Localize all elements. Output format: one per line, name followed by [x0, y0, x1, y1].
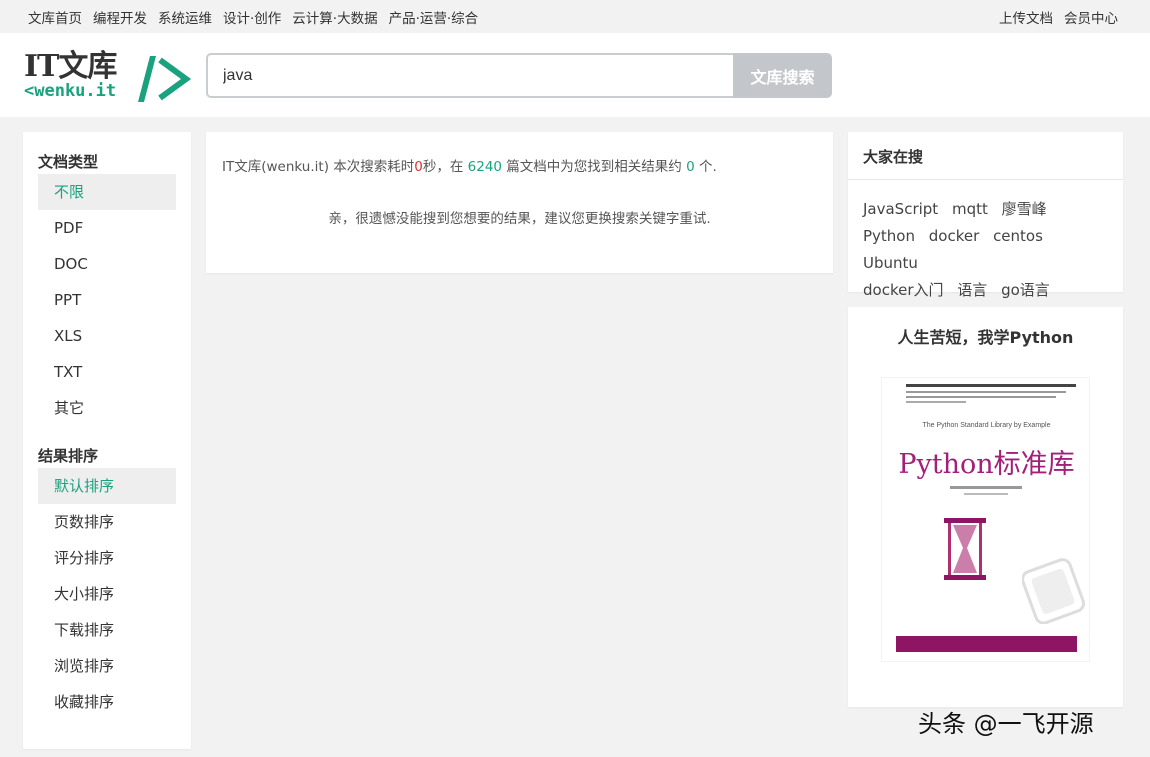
nav-link-ops[interactable]: 系统运维 [158, 7, 212, 27]
promo-panel: 人生苦短，我学Python The Python Standard Librar… [848, 307, 1123, 707]
header: IT文库 <wenku.it 文库搜索 [0, 33, 1150, 117]
sort-views[interactable]: 浏览排序 [38, 648, 176, 684]
hot-tag[interactable]: docker [929, 227, 980, 245]
hot-tag[interactable]: JavaScript [863, 200, 938, 218]
sort-heading: 结果排序 [38, 447, 99, 465]
result-count: 0 [686, 159, 695, 175]
nav-link-design[interactable]: 设计·创作 [223, 7, 281, 27]
nav-link-cloud[interactable]: 云计算·大数据 [292, 7, 377, 27]
stats-suffix: 个. [694, 159, 717, 175]
hot-tag[interactable]: mqtt [952, 200, 988, 218]
logo-chevron-icon [138, 56, 192, 102]
member-center-link[interactable]: 会员中心 [1064, 7, 1118, 27]
divider [848, 179, 1123, 180]
search-input[interactable] [206, 53, 734, 98]
cover-text-line [906, 384, 1076, 387]
stats-prefix: IT文库(wenku.it) 本次搜索耗时 [222, 159, 415, 175]
hot-searches-heading: 大家在搜 [863, 148, 924, 166]
empty-result-message: 亲，很遗憾没能搜到您想要的结果，建议您更换搜索关键字重试. [328, 211, 711, 227]
filter-type-pdf[interactable]: PDF [38, 210, 176, 246]
filter-type-all[interactable]: 不限 [38, 174, 176, 210]
cover-author-line [950, 486, 1022, 489]
cover-author-line [964, 493, 1008, 495]
stats-mid1: 秒，在 [422, 159, 468, 175]
sort-downloads[interactable]: 下载排序 [38, 612, 176, 648]
search-button[interactable]: 文库搜索 [733, 53, 832, 98]
filter-sidebar: 文档类型 不限 PDF DOC PPT XLS TXT 其它 结果排序 默认排序… [23, 132, 191, 749]
filter-type-xls[interactable]: XLS [38, 318, 176, 354]
filter-type-txt[interactable]: TXT [38, 354, 176, 390]
nav-link-product[interactable]: 产品·运营·综合 [389, 7, 479, 27]
upload-doc-link[interactable]: 上传文档 [999, 7, 1053, 27]
site-logo[interactable]: IT文库 <wenku.it [24, 50, 194, 104]
book-title: Python标准库 [898, 449, 1075, 480]
hot-searches-panel: 大家在搜 JavaScript mqtt 廖雪峰 Python docker c… [848, 132, 1123, 299]
sort-default[interactable]: 默认排序 [38, 468, 176, 504]
sort-size[interactable]: 大小排序 [38, 576, 176, 612]
nav-link-home[interactable]: 文库首页 [28, 7, 82, 27]
top-nav: 文库首页 编程开发 系统运维 设计·创作 云计算·大数据 产品·运营·综合 上传… [0, 0, 1150, 33]
filter-type-doc[interactable]: DOC [38, 246, 176, 282]
book-subtitle: The Python Standard Library by Example [922, 422, 1051, 429]
doc-count: 6240 [467, 159, 502, 175]
stamp-icon [1022, 558, 1086, 624]
cover-text-line [906, 396, 1056, 398]
hot-tag[interactable]: Python [863, 227, 915, 245]
filter-type-ppt[interactable]: PPT [38, 282, 176, 318]
sort-rating[interactable]: 评分排序 [38, 540, 176, 576]
search-time: 0 [414, 159, 423, 175]
hot-tag[interactable]: 廖雪峰 [1002, 200, 1047, 218]
search-stats: IT文库(wenku.it) 本次搜索耗时0秒，在 6240 篇文档中为您找到相… [222, 155, 717, 175]
watermark-text: 头条 @一飞开源 [918, 710, 1094, 738]
promo-heading: 人生苦短，我学Python [897, 328, 1074, 347]
cover-text-line [906, 401, 966, 403]
book-cover-image[interactable]: The Python Standard Library by Example P… [881, 377, 1090, 662]
hot-tag[interactable]: centos [993, 227, 1043, 245]
logo-sub: <wenku.it [24, 81, 117, 101]
results-panel: IT文库(wenku.it) 本次搜索耗时0秒，在 6240 篇文档中为您找到相… [206, 132, 833, 273]
top-nav-left: 文库首页 编程开发 系统运维 设计·创作 云计算·大数据 产品·运营·综合 [28, 7, 478, 27]
search-bar: 文库搜索 [206, 53, 832, 98]
logo-brand: IT文库 [24, 49, 117, 84]
nav-link-programming[interactable]: 编程开发 [93, 7, 147, 27]
filter-type-other[interactable]: 其它 [38, 390, 176, 426]
doc-type-heading: 文档类型 [38, 153, 99, 171]
sort-favorites[interactable]: 收藏排序 [38, 684, 176, 720]
hot-tag[interactable]: docker入门 [863, 281, 944, 299]
hourglass-icon [944, 518, 986, 580]
sort-pages[interactable]: 页数排序 [38, 504, 176, 540]
cover-text-line [906, 391, 1066, 393]
stats-mid2: 篇文档中为您找到相关结果约 [502, 159, 687, 175]
top-nav-right: 上传文档 会员中心 [999, 7, 1118, 27]
hot-tag[interactable]: go语言 [1001, 281, 1050, 299]
cover-publisher-band [896, 636, 1077, 652]
hot-tag[interactable]: Ubuntu [863, 254, 918, 272]
hot-tags: JavaScript mqtt 廖雪峰 Python docker centos… [863, 196, 1113, 304]
hot-tag[interactable]: 语言 [957, 281, 987, 299]
